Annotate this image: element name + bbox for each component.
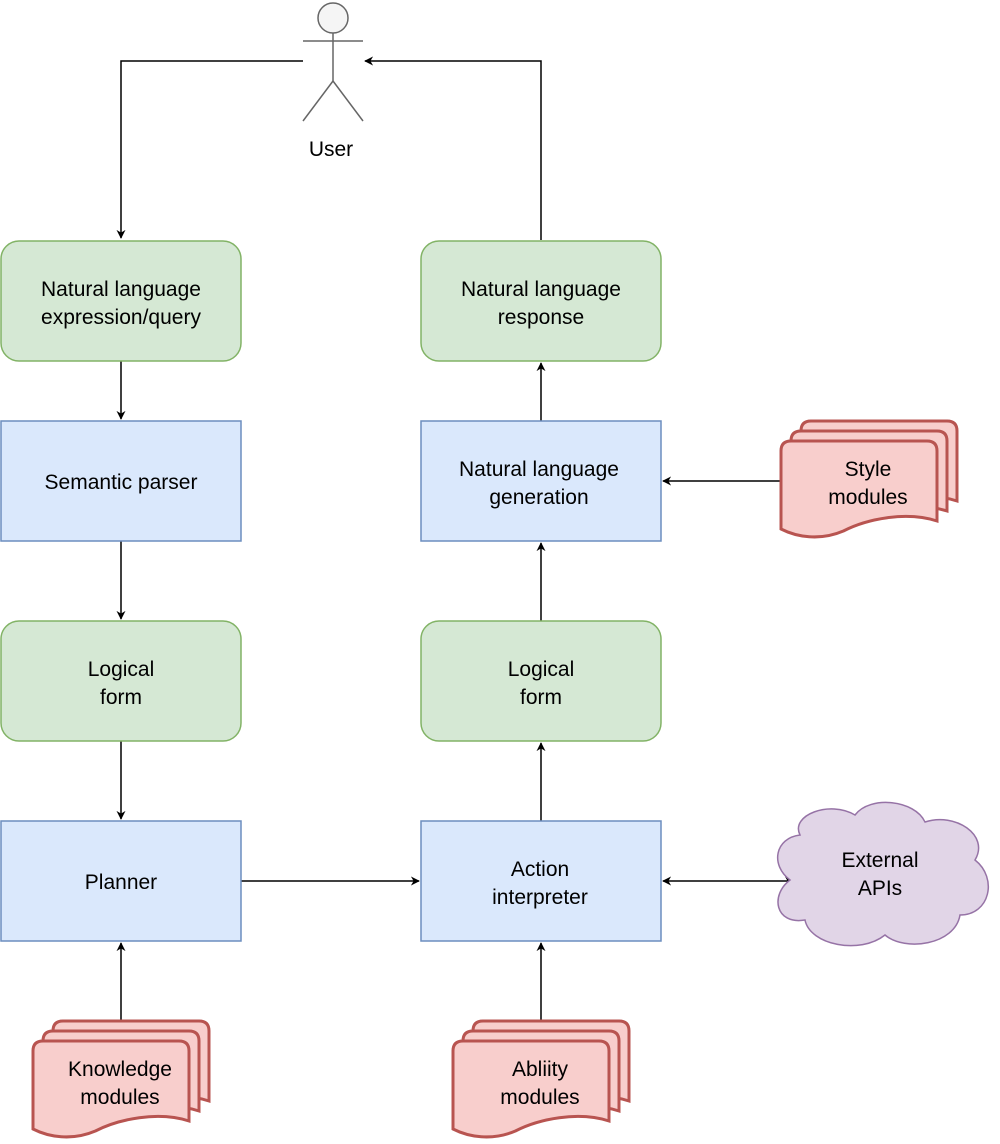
external-apis-cloud-node[interactable] <box>776 801 990 947</box>
semantic-parser-label: Semantic parser <box>45 471 198 494</box>
action-interpreter-node[interactable] <box>420 820 662 942</box>
logical-form-left-node[interactable] <box>0 620 242 742</box>
logical-form-right-node[interactable] <box>420 620 662 742</box>
diagram-canvas: User Natural language expression/query Se… <box>0 2 990 1139</box>
edge-response-to-user <box>364 56 542 240</box>
user-actor-icon <box>302 2 364 122</box>
planner-label: Planner <box>85 871 157 894</box>
user-label: User <box>309 138 353 161</box>
edge-user-to-query <box>116 60 303 239</box>
nlg-node[interactable] <box>420 420 662 542</box>
nl-response-node[interactable] <box>420 240 662 362</box>
nl-query-node[interactable] <box>0 240 242 362</box>
